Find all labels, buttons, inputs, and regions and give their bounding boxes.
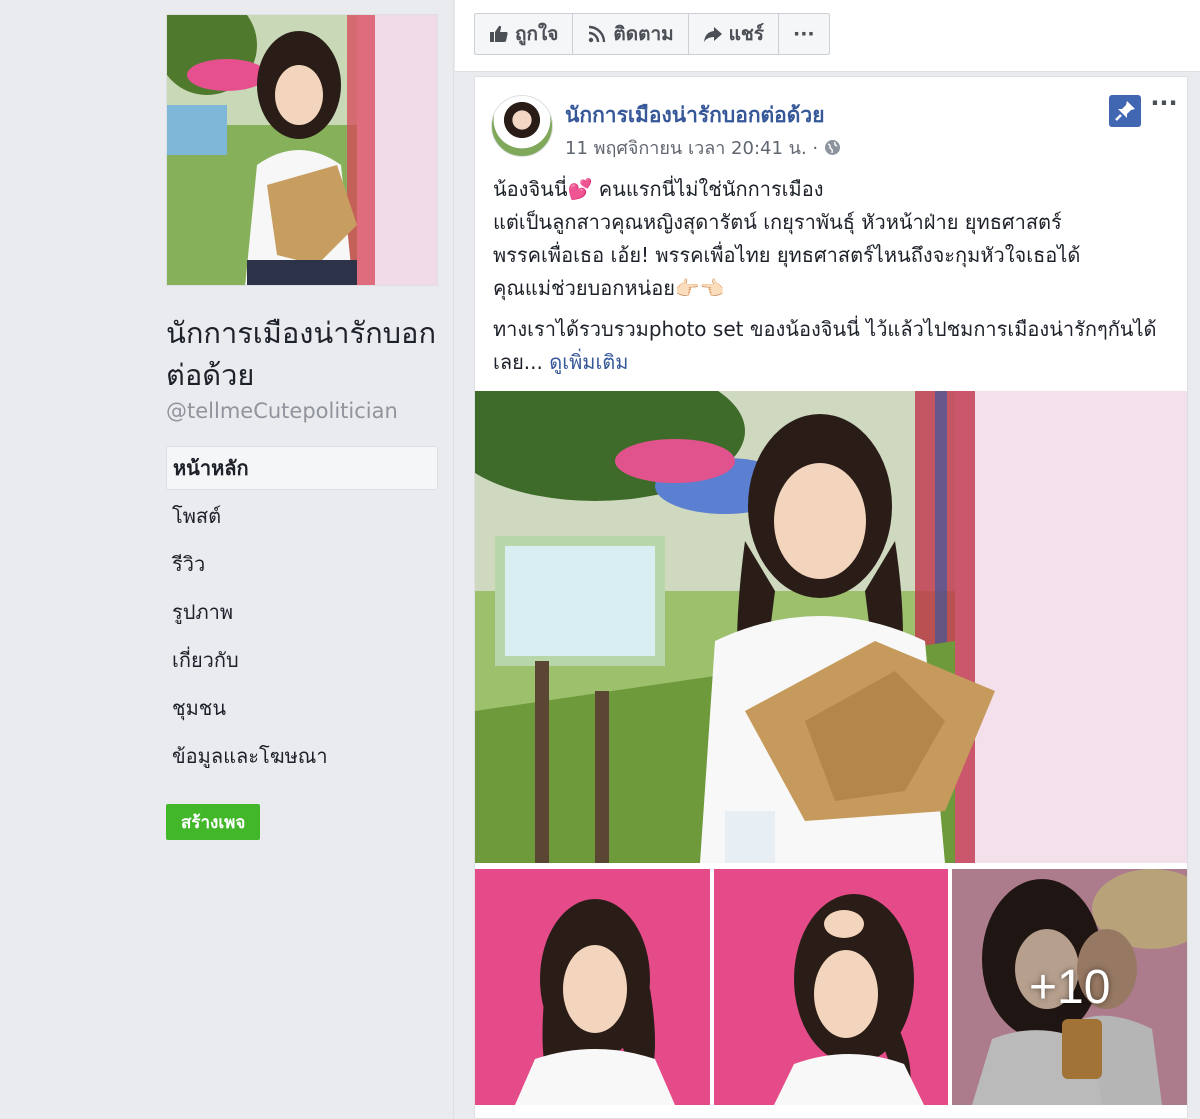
create-page-button[interactable]: สร้างเพจ <box>166 804 261 840</box>
photo-thumbnail-2[interactable] <box>713 869 949 1105</box>
photo-thumbnail-3[interactable]: +10 <box>952 869 1188 1105</box>
nav-item-community[interactable]: ชุมชน <box>166 686 438 734</box>
column-divider <box>453 0 454 1119</box>
share-arrow-icon <box>703 27 722 42</box>
post-text-line-3: พรรคเพื่อเธอ เอ้ย! พรรคเพื่อไทย ยุทธศาสต… <box>493 243 1081 267</box>
left-column: นักการเมืองน่ารักบอกต่อด้วย @tellmeCutep… <box>166 14 438 840</box>
photo-thumbnails: +10 <box>475 869 1188 1105</box>
nav-item-home[interactable]: หน้าหลัก <box>166 446 438 490</box>
like-button[interactable]: ถูกใจ <box>475 14 574 54</box>
post-author-name[interactable]: นักการเมืองน่ารักบอกต่อด้วย <box>565 99 825 132</box>
post-timestamp[interactable]: 11 พฤศจิกายน เวลา 20:41 น. · <box>565 133 818 162</box>
thumbnail-image-1 <box>475 869 710 1105</box>
profile-photo-image <box>167 15 437 285</box>
share-label: แชร์ <box>728 23 764 45</box>
more-options-button[interactable]: ··· <box>779 14 829 54</box>
page-action-bar: ถูกใจ ติดตาม แชร์ ··· <box>474 13 830 55</box>
page-handle[interactable]: @tellmeCutepolitician <box>166 396 438 426</box>
nav-item-posts[interactable]: โพสต์ <box>166 494 438 542</box>
more-dots-icon: ··· <box>793 23 815 45</box>
post-more-menu[interactable]: ··· <box>1149 91 1179 117</box>
more-photos-count[interactable]: +10 <box>952 869 1187 1105</box>
pinned-post: นักการเมืองน่ารักบอกต่อด้วย 11 พฤศจิกายน… <box>474 76 1188 1119</box>
follow-label: ติดตาม <box>613 23 674 45</box>
page-title[interactable]: นักการเมืองน่ารักบอกต่อด้วย <box>166 312 438 396</box>
share-button[interactable]: แชร์ <box>689 14 779 54</box>
post-text-line-2: แต่เป็นลูกสาวคุณหญิงสุดารัตน์ เกยุราพันธ… <box>493 210 1062 234</box>
see-more-link[interactable]: ดูเพิ่มเติม <box>549 350 628 374</box>
thumbnail-image-2 <box>713 869 949 1105</box>
nav-item-reviews[interactable]: รีวิว <box>166 542 438 590</box>
post-meta: 11 พฤศจิกายน เวลา 20:41 น. · <box>565 133 841 162</box>
photo-thumbnail-1[interactable] <box>475 869 710 1105</box>
post-text-line-1: น้องจินนี่💕 คนแรกนี่ไม่ใช่นักการเมือง <box>493 177 824 201</box>
thumbs-up-icon <box>490 25 508 42</box>
page-profile-photo[interactable] <box>166 14 438 286</box>
pin-icon <box>1115 101 1135 121</box>
nav-item-photos[interactable]: รูปภาพ <box>166 590 438 638</box>
nav-item-about[interactable]: เกี่ยวกับ <box>166 638 438 686</box>
follow-button[interactable]: ติดตาม <box>573 14 689 54</box>
main-photo-image <box>475 391 1187 863</box>
pin-button[interactable] <box>1109 95 1141 127</box>
post-body: น้องจินนี่💕 คนแรกนี่ไม่ใช่นักการเมือง แต… <box>493 173 1183 379</box>
post-author-avatar[interactable] <box>491 95 553 157</box>
post-text-line-4: คุณแม่ช่วยบอกหน่อย👉🏻👈🏻 <box>493 276 725 300</box>
nav-item-info-ads[interactable]: ข้อมูลและโฆษณา <box>166 734 438 782</box>
globe-icon <box>825 140 841 155</box>
like-label: ถูกใจ <box>515 23 559 45</box>
post-text-paragraph-2: ทางเราได้รวบรวมphoto set ของน้องจินนี่ ไ… <box>493 313 1183 379</box>
page-nav: หน้าหลัก โพสต์ รีวิว รูปภาพ เกี่ยวกับ ชุ… <box>166 446 438 782</box>
post-main-photo[interactable] <box>475 391 1187 863</box>
rss-follow-icon <box>589 25 606 43</box>
